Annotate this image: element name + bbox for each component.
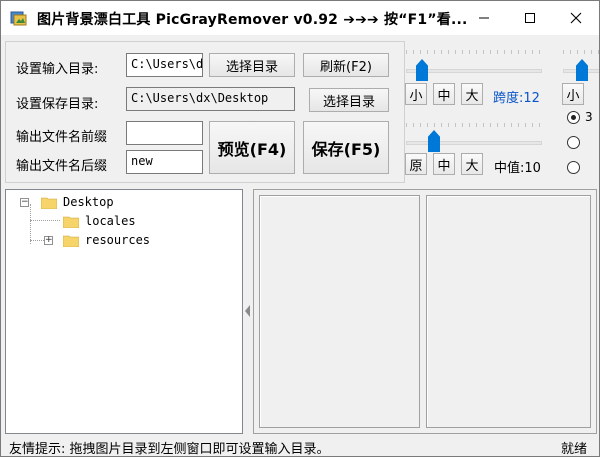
suffix-label: 输出文件名后缀 <box>16 159 108 174</box>
mid-medium-button[interactable]: 中 <box>433 153 455 175</box>
span-slider-ticks <box>406 50 542 54</box>
span-slider-thumb[interactable] <box>416 59 428 81</box>
mid-large-button[interactable]: 大 <box>461 153 483 175</box>
mid-value-text: 中值:10 <box>494 161 541 176</box>
folder-tree[interactable]: − Desktop locales + resources <box>5 189 243 434</box>
save-dir-field[interactable]: C:\Users\dx\Desktop <box>126 87 295 111</box>
span-small-button[interactable]: 小 <box>405 83 427 105</box>
app-window: 图片背景漂白工具 PicGrayRemover v0.92 ➔➔➔ 按“F1”看… <box>0 0 600 457</box>
prefix-label: 输出文件名前缀 <box>16 130 108 145</box>
status-state: 就绪 <box>561 442 588 457</box>
folder-icon <box>41 197 57 209</box>
mid-slider-ticks <box>406 123 542 127</box>
splitter-arrow-icon <box>245 305 250 317</box>
input-dir-field[interactable]: C:\Users\d <box>126 53 203 77</box>
choose-save-dir-button[interactable]: 选择目录 <box>309 88 389 112</box>
span-large-button[interactable]: 大 <box>461 83 483 105</box>
maximize-button[interactable] <box>507 1 553 35</box>
tree-item-locales[interactable]: locales <box>63 212 136 230</box>
preview-area <box>253 189 597 434</box>
mid-original-button[interactable]: 原 <box>405 153 427 175</box>
tree-item-resources[interactable]: resources <box>63 231 150 249</box>
span-medium-button[interactable]: 中 <box>433 83 455 105</box>
tree-label-locales: locales <box>85 214 136 228</box>
tree-label-resources: resources <box>85 233 151 247</box>
folder-icon <box>63 235 79 247</box>
option-radio-2[interactable] <box>567 136 580 149</box>
tree-item-desktop[interactable]: Desktop <box>41 193 114 211</box>
app-icon <box>10 11 27 26</box>
save-button[interactable]: 保存(F5) <box>303 121 389 174</box>
mid-slider-thumb[interactable] <box>428 130 440 152</box>
right-slider-thumb[interactable] <box>576 59 588 81</box>
prefix-field[interactable] <box>126 121 203 145</box>
tree-label-desktop: Desktop <box>63 195 114 209</box>
refresh-button[interactable]: 刷新(F2) <box>303 53 389 77</box>
panel-splitter[interactable] <box>243 189 253 434</box>
original-image-pane[interactable] <box>259 195 420 428</box>
processed-image-pane[interactable] <box>426 195 591 428</box>
collapse-desktop-icon[interactable]: − <box>20 198 29 207</box>
option-radio-1[interactable] <box>567 111 580 124</box>
mid-slider-track[interactable] <box>406 141 542 145</box>
tree-line <box>30 220 60 221</box>
right-small-button[interactable]: 小 <box>562 83 584 105</box>
maximize-icon <box>525 13 535 23</box>
save-dir-label: 设置保存目录: <box>16 97 99 112</box>
suffix-field[interactable]: new <box>126 150 203 174</box>
folder-icon <box>63 216 79 228</box>
right-slider-ticks <box>563 50 599 54</box>
input-dir-label: 设置输入目录: <box>16 62 99 77</box>
preview-button[interactable]: 预览(F4) <box>209 121 295 174</box>
tree-line <box>30 204 31 244</box>
close-icon <box>570 12 582 24</box>
status-bar: 友情提示: 拖拽图片目录到左侧窗口即可设置输入目录。 就绪 <box>1 436 599 456</box>
span-value-text: 跨度:12 <box>493 91 540 106</box>
minimize-icon <box>479 17 489 19</box>
status-tip: 友情提示: 拖拽图片目录到左侧窗口即可设置输入目录。 <box>9 442 330 457</box>
choose-input-dir-button[interactable]: 选择目录 <box>209 53 295 77</box>
expand-resources-icon[interactable]: + <box>44 236 53 245</box>
window-title: 图片背景漂白工具 PicGrayRemover v0.92 ➔➔➔ 按“F1”看… <box>37 12 468 28</box>
option-radio-3[interactable] <box>567 161 580 174</box>
minimize-button[interactable] <box>461 1 507 35</box>
close-button[interactable] <box>553 1 599 35</box>
title-bar[interactable]: 图片背景漂白工具 PicGrayRemover v0.92 ➔➔➔ 按“F1”看… <box>1 1 599 35</box>
option-radio-1-label: 3 <box>585 110 593 124</box>
